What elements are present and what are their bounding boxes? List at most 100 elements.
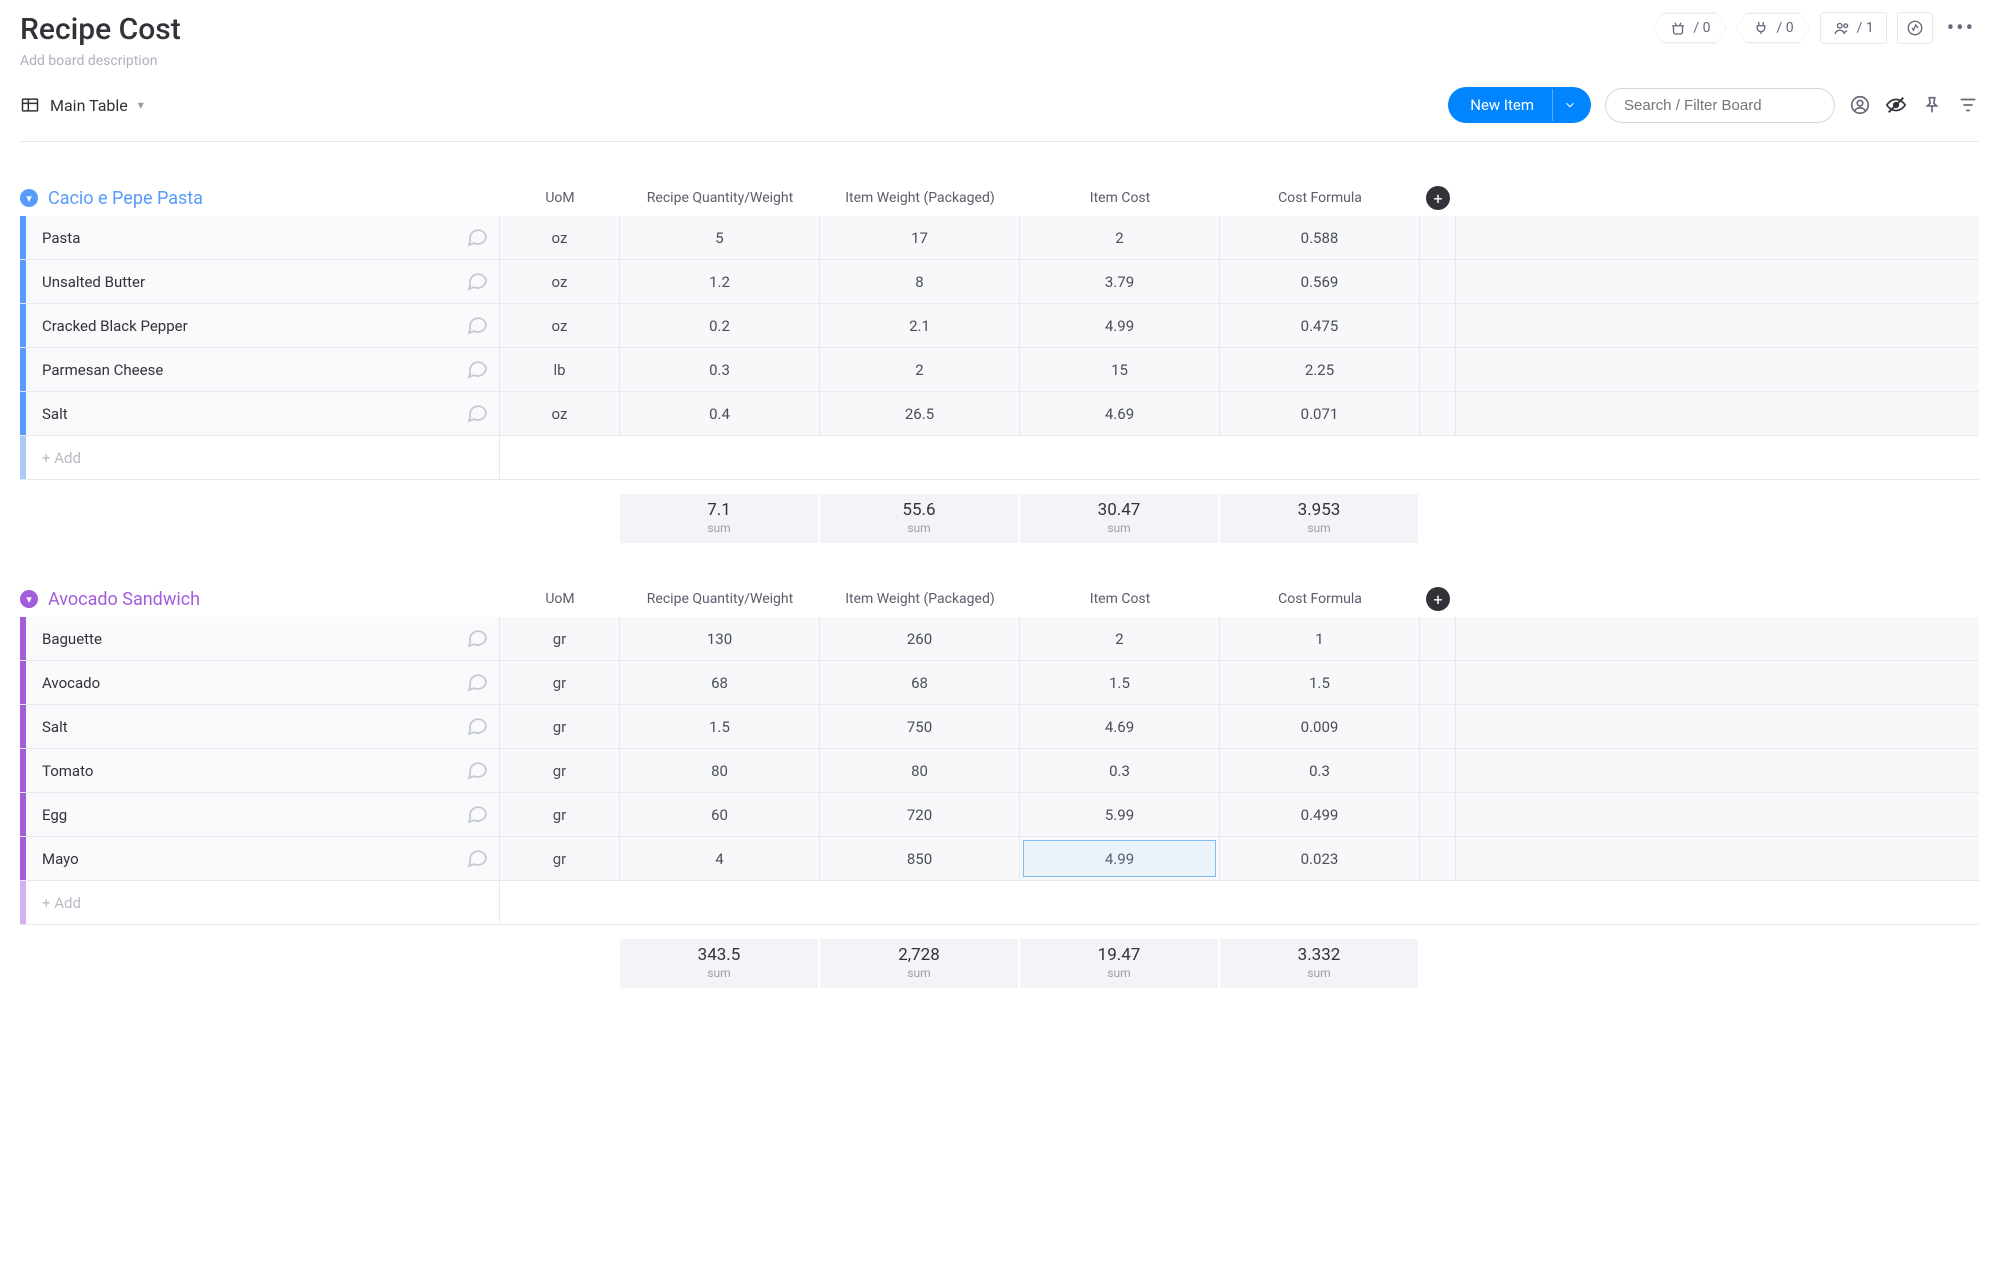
cell-cost[interactable]: 4.99	[1020, 304, 1220, 347]
cell-uom[interactable]: gr	[500, 705, 620, 748]
group-title[interactable]: Cacio e Pepe Pasta	[48, 188, 203, 209]
open-conversation-button[interactable]	[465, 713, 489, 741]
open-conversation-button[interactable]	[465, 801, 489, 829]
cell-qty[interactable]: 80	[620, 749, 820, 792]
cell-formula[interactable]: 0.023	[1220, 837, 1420, 880]
cell-pkg[interactable]: 720	[820, 793, 1020, 836]
column-header-qty[interactable]: Recipe Quantity/Weight	[620, 591, 820, 607]
column-header-uom[interactable]: UoM	[500, 591, 620, 607]
item-name-cell[interactable]: Pasta	[26, 216, 500, 259]
item-name-cell[interactable]: Salt	[26, 392, 500, 435]
activity-pill[interactable]	[1897, 12, 1933, 44]
item-name-cell[interactable]: Cracked Black Pepper	[26, 304, 500, 347]
cell-qty[interactable]: 0.2	[620, 304, 820, 347]
column-header-qty[interactable]: Recipe Quantity/Weight	[620, 190, 820, 206]
item-name-cell[interactable]: Baguette	[26, 617, 500, 660]
item-name-cell[interactable]: Unsalted Butter	[26, 260, 500, 303]
cell-uom[interactable]: oz	[500, 304, 620, 347]
cell-formula[interactable]: 0.569	[1220, 260, 1420, 303]
cell-qty[interactable]: 0.3	[620, 348, 820, 391]
add-item-button[interactable]: + Add	[26, 881, 500, 924]
cell-formula[interactable]: 0.475	[1220, 304, 1420, 347]
column-header-cost[interactable]: Item Cost	[1020, 591, 1220, 607]
cell-pkg[interactable]: 17	[820, 216, 1020, 259]
cell-uom[interactable]: lb	[500, 348, 620, 391]
cell-qty[interactable]: 4	[620, 837, 820, 880]
add-item-button[interactable]: + Add	[26, 436, 500, 479]
cell-cost[interactable]: 4.99	[1020, 837, 1220, 880]
open-conversation-button[interactable]	[465, 845, 489, 873]
cell-uom[interactable]: gr	[500, 661, 620, 704]
cell-qty[interactable]: 0.4	[620, 392, 820, 435]
cell-cost[interactable]: 0.3	[1020, 749, 1220, 792]
members-pill[interactable]: / 1	[1820, 12, 1887, 44]
item-name-cell[interactable]: Avocado	[26, 661, 500, 704]
cell-formula[interactable]: 0.071	[1220, 392, 1420, 435]
pin-button[interactable]	[1921, 94, 1943, 116]
open-conversation-button[interactable]	[465, 625, 489, 653]
cell-pkg[interactable]: 260	[820, 617, 1020, 660]
cell-uom[interactable]: gr	[500, 617, 620, 660]
person-filter-button[interactable]	[1849, 94, 1871, 116]
cell-pkg[interactable]: 2.1	[820, 304, 1020, 347]
column-header-pkg[interactable]: Item Weight (Packaged)	[820, 190, 1020, 206]
cell-uom[interactable]: gr	[500, 749, 620, 792]
cell-uom[interactable]: gr	[500, 793, 620, 836]
column-header-uom[interactable]: UoM	[500, 190, 620, 206]
cell-qty[interactable]: 68	[620, 661, 820, 704]
filter-button[interactable]	[1957, 94, 1979, 116]
cell-cost[interactable]: 4.69	[1020, 705, 1220, 748]
open-conversation-button[interactable]	[465, 669, 489, 697]
item-name-cell[interactable]: Tomato	[26, 749, 500, 792]
cell-formula[interactable]: 0.3	[1220, 749, 1420, 792]
item-name-cell[interactable]: Salt	[26, 705, 500, 748]
board-description-placeholder[interactable]: Add board description	[20, 53, 181, 69]
column-header-formula[interactable]: Cost Formula	[1220, 591, 1420, 607]
column-header-cost[interactable]: Item Cost	[1020, 190, 1220, 206]
group-collapse-toggle[interactable]: ▾	[20, 590, 38, 608]
cell-qty[interactable]: 5	[620, 216, 820, 259]
column-header-formula[interactable]: Cost Formula	[1220, 190, 1420, 206]
cell-cost[interactable]: 2	[1020, 216, 1220, 259]
view-tab-main-table[interactable]: Main Table ▾	[20, 95, 144, 115]
new-item-dropdown[interactable]	[1552, 89, 1591, 121]
cell-formula[interactable]: 2.25	[1220, 348, 1420, 391]
open-conversation-button[interactable]	[465, 268, 489, 296]
add-column-button[interactable]: +	[1426, 587, 1450, 611]
cell-formula[interactable]: 0.588	[1220, 216, 1420, 259]
integrations-pill[interactable]: / 0	[1736, 13, 1809, 43]
column-header-pkg[interactable]: Item Weight (Packaged)	[820, 591, 1020, 607]
cell-uom[interactable]: oz	[500, 216, 620, 259]
open-conversation-button[interactable]	[465, 757, 489, 785]
board-menu-button[interactable]: •••	[1943, 16, 1979, 41]
cell-formula[interactable]: 1	[1220, 617, 1420, 660]
search-input[interactable]	[1605, 88, 1835, 123]
cell-uom[interactable]: oz	[500, 260, 620, 303]
board-title[interactable]: Recipe Cost	[20, 12, 181, 47]
item-name-cell[interactable]: Egg	[26, 793, 500, 836]
cell-pkg[interactable]: 2	[820, 348, 1020, 391]
hide-columns-button[interactable]	[1885, 94, 1907, 116]
item-name-cell[interactable]: Parmesan Cheese	[26, 348, 500, 391]
cell-pkg[interactable]: 750	[820, 705, 1020, 748]
open-conversation-button[interactable]	[465, 224, 489, 252]
open-conversation-button[interactable]	[465, 312, 489, 340]
cell-formula[interactable]: 0.009	[1220, 705, 1420, 748]
cell-qty[interactable]: 1.2	[620, 260, 820, 303]
cell-cost[interactable]: 3.79	[1020, 260, 1220, 303]
item-name-cell[interactable]: Mayo	[26, 837, 500, 880]
cell-cost[interactable]: 4.69	[1020, 392, 1220, 435]
cell-pkg[interactable]: 8	[820, 260, 1020, 303]
cell-pkg[interactable]: 80	[820, 749, 1020, 792]
cell-uom[interactable]: gr	[500, 837, 620, 880]
cell-pkg[interactable]: 26.5	[820, 392, 1020, 435]
cell-pkg[interactable]: 850	[820, 837, 1020, 880]
cell-pkg[interactable]: 68	[820, 661, 1020, 704]
new-item-button[interactable]: New Item	[1448, 87, 1591, 123]
group-collapse-toggle[interactable]: ▾	[20, 189, 38, 207]
cell-uom[interactable]: oz	[500, 392, 620, 435]
add-column-button[interactable]: +	[1426, 186, 1450, 210]
cell-qty[interactable]: 1.5	[620, 705, 820, 748]
cell-formula[interactable]: 0.499	[1220, 793, 1420, 836]
cell-qty[interactable]: 60	[620, 793, 820, 836]
